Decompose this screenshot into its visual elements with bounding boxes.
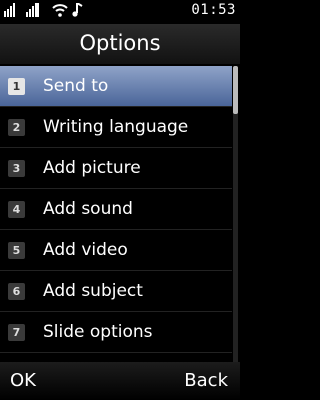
scrollbar-thumb[interactable] (233, 66, 238, 114)
menu-item-slide-options[interactable]: 7 Slide options (0, 312, 232, 353)
item-label: Add video (43, 240, 128, 260)
music-note-icon (72, 3, 83, 17)
menu-item-add-sound[interactable]: 4 Add sound (0, 189, 232, 230)
ok-softkey[interactable]: OK (10, 368, 36, 394)
item-label: Writing language (43, 117, 189, 137)
item-number: 6 (8, 283, 25, 300)
item-label: Add sound (43, 199, 133, 219)
clock: 01:53 (191, 2, 236, 18)
status-bar: 01:53 (0, 0, 240, 22)
item-label: Add subject (43, 281, 143, 301)
options-list: 1 Send to 2 Writing language 3 Add pictu… (0, 66, 232, 353)
menu-item-add-subject[interactable]: 6 Add subject (0, 271, 232, 312)
item-number: 1 (8, 78, 25, 95)
item-number: 4 (8, 201, 25, 218)
menu-item-add-video[interactable]: 5 Add video (0, 230, 232, 271)
menu-item-add-picture[interactable]: 3 Add picture (0, 148, 232, 189)
item-label: Send to (43, 76, 109, 96)
signal-icon (4, 3, 15, 17)
item-label: Add picture (43, 158, 141, 178)
page-title: Options (0, 24, 240, 64)
item-number: 5 (8, 242, 25, 259)
wifi-icon (52, 4, 68, 17)
menu-item-writing-language[interactable]: 2 Writing language (0, 107, 232, 148)
item-label: Slide options (43, 322, 153, 342)
back-softkey[interactable]: Back (184, 368, 228, 394)
item-number: 3 (8, 160, 25, 177)
item-number: 7 (8, 324, 25, 341)
menu-item-send-to[interactable]: 1 Send to (0, 66, 232, 107)
signal-2-icon (26, 3, 39, 17)
softkey-bar: OK Back (0, 362, 240, 400)
item-number: 2 (8, 119, 25, 136)
